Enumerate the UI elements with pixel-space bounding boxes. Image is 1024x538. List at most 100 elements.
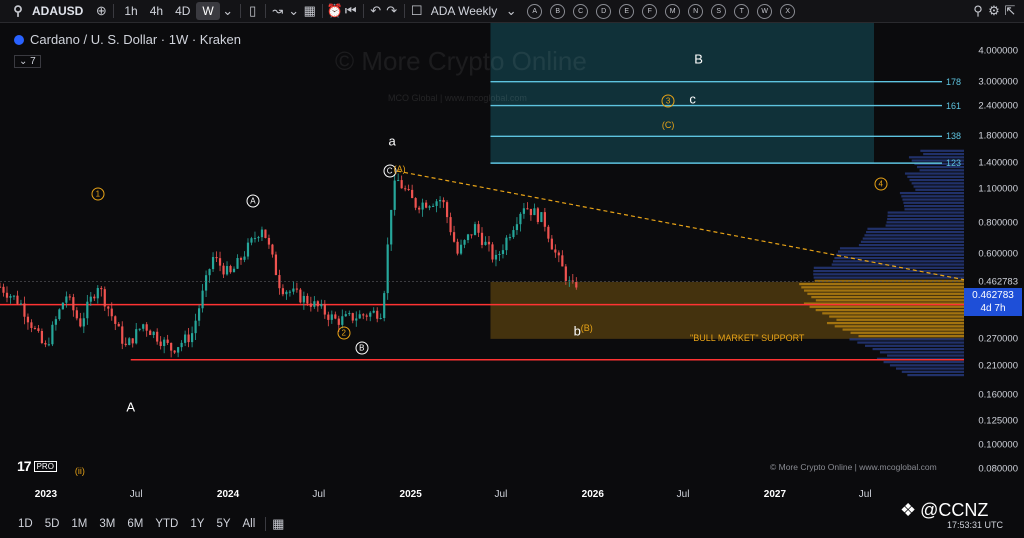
candle-body xyxy=(103,289,106,307)
chevron-down-icon[interactable]: ⌄ xyxy=(286,3,302,19)
candle-body xyxy=(54,319,57,325)
wave-label-orange: (ii) xyxy=(74,466,85,477)
drawing-shortcuts: ABCDEFMNSTWX xyxy=(523,3,799,19)
compare-add-icon[interactable]: ⊕ xyxy=(93,3,109,19)
candle-body xyxy=(435,201,438,206)
indicators-toggle[interactable]: ⌄ 7 xyxy=(14,55,41,68)
wave-label-orange: (A) xyxy=(393,164,406,175)
candle-body xyxy=(180,342,183,348)
undo-icon[interactable]: ↶ xyxy=(368,3,384,19)
shortcut-a[interactable]: A xyxy=(527,3,543,19)
range-1y[interactable]: 1Y xyxy=(184,518,210,530)
candle-body xyxy=(501,250,505,255)
symbol-search[interactable]: ⚲ ADAUSD xyxy=(0,3,93,19)
layout-name[interactable]: ADA Weekly xyxy=(425,2,503,20)
candle-body xyxy=(47,344,50,346)
volume-profile-bar xyxy=(860,240,964,243)
divider xyxy=(403,4,405,18)
candle-body xyxy=(330,314,333,320)
volume-profile-bar xyxy=(822,312,964,315)
candle-body xyxy=(508,237,512,239)
candle-body xyxy=(487,241,491,245)
candle-body xyxy=(68,296,71,298)
interval-w[interactable]: W xyxy=(196,2,220,20)
chevron-down-icon[interactable]: ⌄ xyxy=(220,3,236,19)
candle-body xyxy=(285,291,288,295)
candle-body xyxy=(494,254,498,260)
price-tick: 0.600000 xyxy=(978,248,1018,260)
time-tick: Jul xyxy=(494,489,508,500)
price-chart[interactable] xyxy=(0,23,964,483)
interval-4h[interactable]: 4h xyxy=(144,2,169,20)
candle-body xyxy=(19,303,23,305)
candle-body xyxy=(191,333,194,343)
volume-profile-bar xyxy=(885,224,964,227)
candle-type-icon[interactable]: ▯ xyxy=(245,3,261,19)
interval-1h[interactable]: 1h xyxy=(118,2,143,20)
ccnz-text: @CCNZ xyxy=(920,500,989,520)
range-5y[interactable]: 5Y xyxy=(210,518,236,530)
range-1d[interactable]: 1D xyxy=(12,518,39,530)
symbol-dot-icon xyxy=(14,34,24,45)
shortcut-s[interactable]: S xyxy=(711,3,727,19)
indicators-icon[interactable]: ↝ xyxy=(270,3,286,19)
shortcut-c[interactable]: C xyxy=(573,3,589,19)
candle-body xyxy=(442,199,445,203)
candle-body xyxy=(40,330,44,344)
range-1m[interactable]: 1M xyxy=(65,518,93,530)
candle-body xyxy=(232,268,236,273)
share-icon[interactable]: ⇱ xyxy=(1002,3,1018,19)
candle-body xyxy=(369,312,372,317)
wave-label: a xyxy=(388,133,396,149)
divider xyxy=(113,4,115,18)
candle-body xyxy=(218,258,222,266)
grid-layout-icon[interactable]: ▦ xyxy=(302,3,318,19)
candle-body xyxy=(432,205,435,207)
shortcut-w[interactable]: W xyxy=(757,3,773,19)
shortcut-e[interactable]: E xyxy=(619,3,635,19)
candle-body xyxy=(288,291,291,293)
date-range-icon[interactable]: ▦ xyxy=(270,516,286,532)
search-icon[interactable]: ⚲ xyxy=(970,3,986,19)
shortcut-m[interactable]: M xyxy=(665,3,681,19)
alert-clock-icon[interactable]: ⏰ xyxy=(327,3,343,19)
chevron-down-icon[interactable]: ⌄ xyxy=(503,3,519,19)
redo-icon[interactable]: ↷ xyxy=(384,3,400,19)
range-3m[interactable]: 3M xyxy=(93,518,121,530)
interval-4d[interactable]: 4D xyxy=(169,2,196,20)
price-axis[interactable]: 4.000000 3.000000 2.400000 1.800000 1.400000… xyxy=(946,23,1024,483)
shortcut-d[interactable]: D xyxy=(596,3,612,19)
range-all[interactable]: All xyxy=(237,518,262,530)
candle-body xyxy=(376,310,379,319)
candle-body xyxy=(30,322,33,328)
candle-body xyxy=(61,302,64,310)
candle-body xyxy=(386,244,389,294)
volume-profile-bar xyxy=(862,237,964,240)
tradingview-logo[interactable]: 17 PRO xyxy=(17,458,57,474)
candle-body xyxy=(58,309,61,320)
candle-body xyxy=(418,207,421,210)
shortcut-b[interactable]: B xyxy=(550,3,566,19)
candle-body xyxy=(477,224,480,233)
wave-label-orange-circled: 4 xyxy=(874,177,888,191)
settings-icon[interactable]: ⚙ xyxy=(986,3,1002,19)
candle-body xyxy=(515,224,519,231)
candle-body xyxy=(267,237,271,245)
pro-badge: PRO xyxy=(33,460,57,472)
range-6m[interactable]: 6M xyxy=(121,518,149,530)
volume-profile-bar xyxy=(858,243,964,247)
shortcut-f[interactable]: F xyxy=(642,3,658,19)
candle-body xyxy=(561,255,564,267)
candle-body xyxy=(138,328,141,330)
shortcut-t[interactable]: T xyxy=(734,3,750,19)
shortcut-n[interactable]: N xyxy=(688,3,704,19)
time-axis[interactable]: 2023 Jul 2024 Jul 2025 Jul 2026 Jul 2027 Jul xyxy=(0,483,1024,505)
volume-profile-bar xyxy=(799,282,964,286)
legend-title: Cardano / U. S. Dollar · 1W · Kraken xyxy=(30,32,241,47)
shortcut-x[interactable]: X xyxy=(780,3,796,19)
range-ytd[interactable]: YTD xyxy=(149,518,184,530)
range-5d[interactable]: 5D xyxy=(39,518,66,530)
replay-icon[interactable]: ⏮ xyxy=(343,3,359,19)
range-bar: 1D 5D 1M 3M 6M YTD 1Y 5Y All ▦ xyxy=(0,510,1024,538)
layout-checkbox-icon[interactable]: ☐ xyxy=(409,3,425,19)
